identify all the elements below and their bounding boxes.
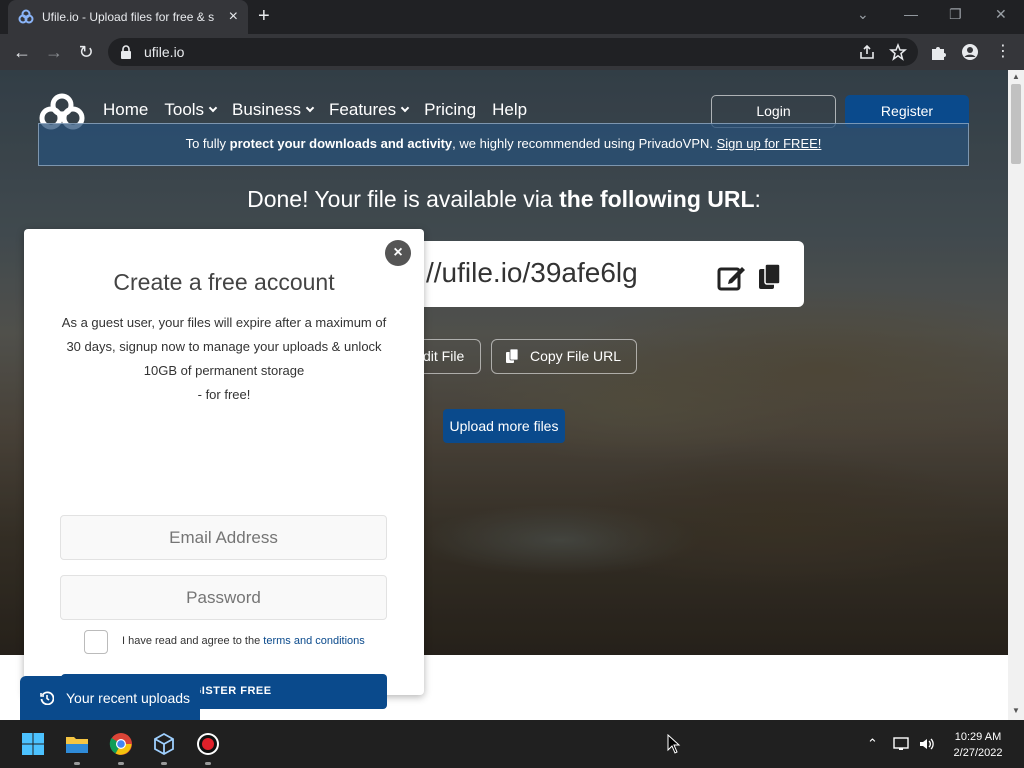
done-title-prefix: Done! Your file is available via	[247, 186, 560, 212]
terms-link[interactable]: terms and conditions	[263, 635, 365, 647]
back-icon[interactable]: ←	[12, 42, 32, 62]
nav-item-features[interactable]: Features	[329, 100, 410, 120]
copy-file-url-label: Copy File URL	[530, 348, 622, 364]
taskbar-running-indicator	[205, 762, 211, 765]
browser-toolbar: ← → ↻ ufile.io ⋮	[0, 34, 1024, 70]
scrollbar-thumb[interactable]	[1011, 84, 1021, 164]
network-icon[interactable]	[893, 736, 911, 752]
file-explorer-icon[interactable]	[65, 732, 89, 756]
system-clock[interactable]: 10:29 AM 2/27/2022	[942, 729, 1014, 761]
password-field[interactable]	[60, 575, 387, 620]
share-icon[interactable]	[858, 43, 876, 61]
done-title-suffix: :	[754, 186, 761, 212]
restore-icon[interactable]: ❐	[949, 6, 962, 23]
nav-item-business[interactable]: Business	[232, 100, 315, 120]
recent-uploads-label: Your recent uploads	[66, 690, 191, 706]
reload-icon[interactable]: ↻	[76, 42, 96, 62]
vpn-banner: To fully protect your downloads and acti…	[38, 123, 969, 166]
vpn-text-bold: protect your downloads and activity	[229, 136, 453, 151]
mouse-cursor-icon	[667, 734, 681, 754]
nav-item-pricing[interactable]: Pricing	[424, 100, 476, 120]
browser-tabbar: Ufile.io - Upload files for free & s × +…	[0, 0, 1024, 34]
nav-item-help[interactable]: Help	[492, 100, 527, 120]
modal-description: As a guest user, your files will expire …	[54, 311, 394, 407]
main-nav: Home Tools Business Features Pricing Hel…	[103, 100, 527, 120]
vpn-text-end: , we highly recommended using PrivadoVPN…	[452, 136, 717, 151]
chevron-down-icon	[305, 103, 315, 113]
menu-kebab-icon[interactable]: ⋮	[993, 42, 1013, 62]
virtualbox-icon[interactable]	[152, 732, 176, 756]
file-url-text[interactable]: //ufile.io/39afe6lg	[426, 257, 638, 289]
terms-text: I have read and agree to the	[122, 635, 264, 647]
done-title-bold: the following URL	[559, 186, 755, 212]
modal-description-line: 10GB of permanent storage	[143, 363, 305, 378]
copy-icon[interactable]	[758, 263, 782, 291]
copy-icon	[506, 349, 518, 363]
minimize-icon[interactable]: —	[904, 6, 918, 22]
edit-icon[interactable]	[717, 263, 747, 291]
profile-icon[interactable]	[961, 43, 979, 61]
copy-file-url-button[interactable]: Copy File URL	[491, 339, 637, 374]
forward-icon[interactable]: →	[44, 42, 64, 62]
modal-title: Create a free account	[113, 269, 335, 295]
create-account-modal: × Create a free account As a guest user,…	[24, 229, 424, 709]
upload-done-heading: Done! Your file is available via the fol…	[0, 186, 1008, 213]
tab-title: Ufile.io - Upload files for free & s	[42, 10, 215, 24]
upload-more-files-button[interactable]: Upload more files	[443, 409, 565, 443]
url-text: ufile.io	[144, 44, 185, 60]
chrome-icon[interactable]	[109, 732, 133, 756]
recent-uploads-button[interactable]: Your recent uploads	[20, 676, 200, 720]
extensions-puzzle-icon[interactable]	[929, 43, 947, 61]
scroll-down-icon[interactable]: ▼	[1012, 706, 1020, 715]
page-viewport: Home Tools Business Features Pricing Hel…	[0, 70, 1008, 720]
windows-taskbar: ⌃ 10:29 AM 2/27/2022	[0, 720, 1024, 768]
browser-tab-active[interactable]: Ufile.io - Upload files for free & s ×	[8, 0, 248, 34]
history-icon	[40, 691, 54, 705]
chevron-down-icon	[400, 103, 410, 113]
page-scrollbar[interactable]: ▲ ▼	[1008, 70, 1024, 720]
tab-search-icon[interactable]: ⌄	[857, 6, 869, 23]
tab-close-icon[interactable]: ×	[229, 9, 238, 25]
windows-start-icon[interactable]	[21, 732, 45, 756]
taskbar-running-indicator	[74, 762, 80, 765]
close-window-icon[interactable]: ✕	[995, 6, 1007, 23]
modal-description-line: 30 days, signup now to manage your uploa…	[66, 339, 382, 354]
vpn-signup-link[interactable]: Sign up for FREE!	[717, 136, 822, 151]
taskbar-running-indicator	[161, 762, 167, 765]
modal-description-line: - for free!	[197, 387, 251, 402]
new-tab-icon[interactable]: +	[258, 6, 270, 26]
address-bar[interactable]: ufile.io	[108, 38, 918, 66]
vpn-text-start: To fully	[185, 136, 230, 151]
scroll-up-icon[interactable]: ▲	[1012, 72, 1020, 81]
modal-description-line: As a guest user, your files will expire …	[61, 315, 387, 330]
modal-close-button[interactable]: ×	[385, 240, 411, 266]
clock-date: 2/27/2022	[953, 747, 1003, 759]
nav-item-tools[interactable]: Tools	[164, 100, 218, 120]
terms-checkbox[interactable]	[84, 630, 108, 654]
show-hidden-icons-chevron-icon[interactable]: ⌃	[867, 736, 878, 752]
terms-label: I have read and agree to the terms and c…	[122, 635, 365, 647]
clock-time: 10:29 AM	[954, 731, 1002, 743]
taskbar-running-indicator	[118, 762, 124, 765]
lock-icon	[121, 45, 131, 59]
ufile-favicon-icon	[18, 9, 34, 24]
email-field[interactable]	[60, 515, 387, 560]
chevron-down-icon	[208, 103, 218, 113]
screen-recorder-icon[interactable]	[196, 732, 220, 756]
volume-icon[interactable]	[918, 736, 936, 752]
bookmark-star-icon[interactable]	[889, 43, 907, 61]
nav-item-home[interactable]: Home	[103, 100, 148, 120]
